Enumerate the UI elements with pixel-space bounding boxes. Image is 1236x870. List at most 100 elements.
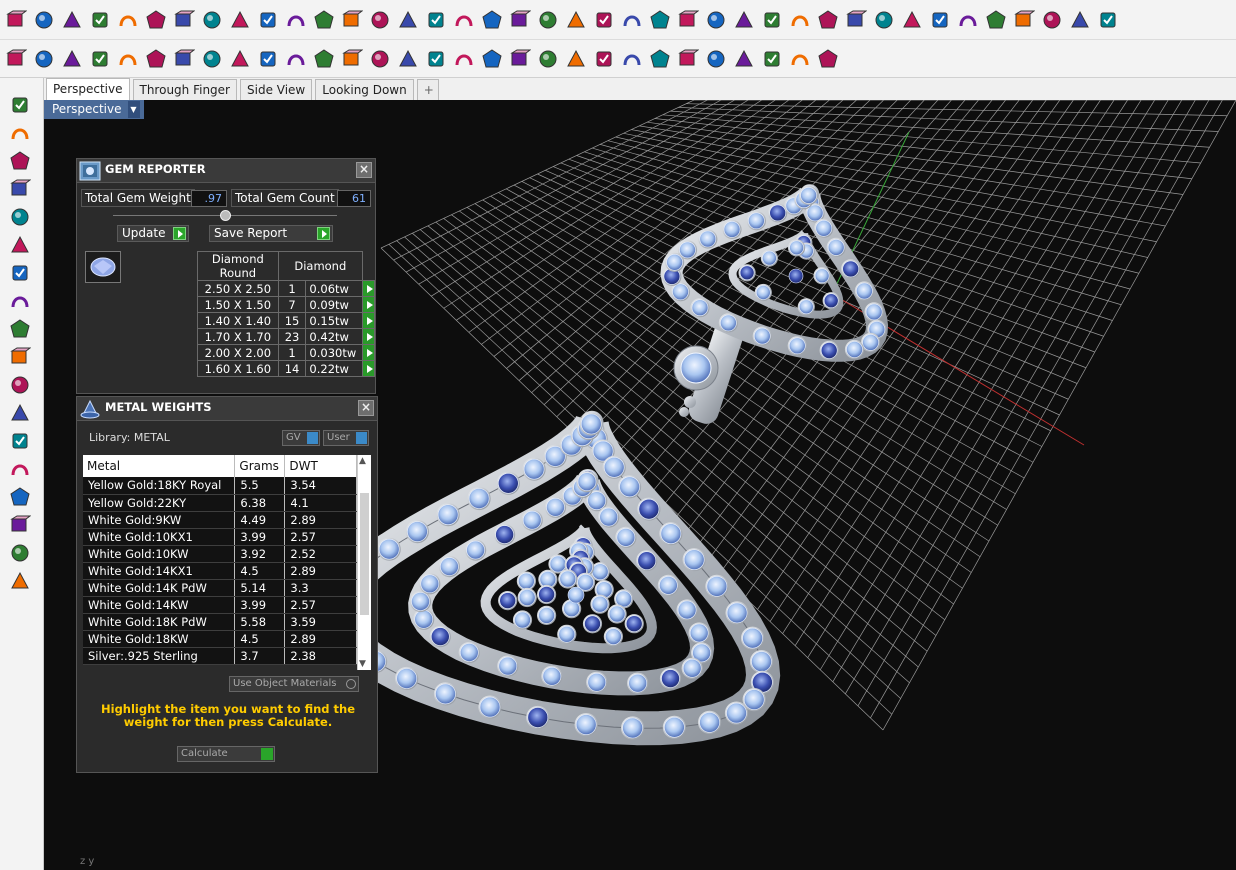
- sphere-icon[interactable]: [646, 45, 674, 73]
- dwt-column-header[interactable]: DWT: [284, 455, 357, 477]
- select-gem-button[interactable]: [361, 344, 376, 361]
- paint-tool-icon[interactable]: [6, 568, 34, 594]
- save-report-button[interactable]: Save Report: [209, 225, 333, 242]
- select-gem-button[interactable]: [361, 312, 376, 329]
- tab-perspective[interactable]: Perspective: [46, 78, 130, 100]
- gem-row[interactable]: 1.50 X 1.50 7 0.09tw: [197, 296, 376, 313]
- metal-row[interactable]: Yellow Gold:18KY Royal 5.5 3.54: [83, 477, 357, 495]
- zoom-window-icon[interactable]: [282, 45, 310, 73]
- flame-icon[interactable]: [562, 6, 590, 34]
- pave-icon[interactable]: [590, 6, 618, 34]
- grid-icon[interactable]: [478, 6, 506, 34]
- metal-row[interactable]: White Gold:14KW 3.99 2.57: [83, 596, 357, 614]
- group-tool-icon[interactable]: [6, 512, 34, 538]
- surface-tool-icon[interactable]: [6, 232, 34, 258]
- paint-icon[interactable]: [730, 45, 758, 73]
- gem-flat-icon[interactable]: [814, 6, 842, 34]
- gear-cog-icon[interactable]: [758, 45, 786, 73]
- select-gem-button[interactable]: [361, 328, 376, 345]
- mesh-tool-icon[interactable]: [6, 288, 34, 314]
- fork-icon[interactable]: [786, 6, 814, 34]
- gem-row[interactable]: 2.50 X 2.50 1 0.06tw: [197, 280, 376, 297]
- sphere-wire-icon[interactable]: [674, 45, 702, 73]
- solid-tool-icon[interactable]: [6, 260, 34, 286]
- gear-icon[interactable]: [1094, 6, 1122, 34]
- grid-panel-icon[interactable]: [1010, 6, 1038, 34]
- gem-row[interactable]: 1.40 X 1.40 15 0.15tw: [197, 312, 376, 329]
- grams-column-header[interactable]: Grams: [234, 455, 286, 477]
- cube-dark-icon[interactable]: [1066, 6, 1094, 34]
- cube-wire-icon[interactable]: [86, 6, 114, 34]
- chevron-down-icon[interactable]: ▼: [127, 101, 140, 118]
- tab-looking-down[interactable]: Looking Down: [315, 79, 414, 100]
- gem-row[interactable]: 2.00 X 2.00 1 0.030tw: [197, 344, 376, 361]
- chevron-up-icon[interactable]: ▲: [359, 456, 366, 466]
- panel-icon[interactable]: [982, 6, 1010, 34]
- gem-cut-icon[interactable]: [366, 6, 394, 34]
- select-gem-button[interactable]: [361, 280, 376, 297]
- metal-row[interactable]: Yellow Gold:22KY 6.38 4.1: [83, 494, 357, 512]
- arrow-icon[interactable]: [618, 6, 646, 34]
- gem-row[interactable]: 1.70 X 1.70 23 0.42tw: [197, 328, 376, 345]
- clock-icon[interactable]: [478, 45, 506, 73]
- settings-icon[interactable]: [506, 6, 534, 34]
- point-icon[interactable]: [506, 45, 534, 73]
- user-toggle[interactable]: User: [323, 430, 369, 446]
- curve-tool-icon[interactable]: [114, 6, 142, 34]
- metal-column-header[interactable]: Metal: [83, 455, 236, 477]
- check-icon[interactable]: [450, 6, 478, 34]
- polyline-tool-icon[interactable]: [6, 120, 34, 146]
- prong-icon[interactable]: [282, 6, 310, 34]
- metal-row[interactable]: White Gold:14K PdW 5.14 3.3: [83, 579, 357, 597]
- close-icon[interactable]: ×: [358, 400, 374, 416]
- point-tool-icon[interactable]: [6, 92, 34, 118]
- pan-hand-icon[interactable]: [198, 45, 226, 73]
- transform-tool-icon[interactable]: [6, 316, 34, 342]
- box-icon[interactable]: [2, 6, 30, 34]
- transform-icon[interactable]: [170, 6, 198, 34]
- gem-reporter-titlebar[interactable]: GEM REPORTER ×: [77, 159, 375, 183]
- branch-icon[interactable]: [758, 6, 786, 34]
- fix-icon[interactable]: [534, 6, 562, 34]
- undo-icon[interactable]: [170, 45, 198, 73]
- render-icon[interactable]: [450, 45, 478, 73]
- grid-viewports-icon[interactable]: [394, 45, 422, 73]
- light-bulb-icon[interactable]: [534, 45, 562, 73]
- metal-row[interactable]: White Gold:9KW 4.49 2.89: [83, 511, 357, 529]
- rectangle-tool-icon[interactable]: [6, 176, 34, 202]
- array-icon[interactable]: [422, 6, 450, 34]
- render-tool-icon[interactable]: [6, 456, 34, 482]
- car-icon[interactable]: [422, 45, 450, 73]
- metal-table-scrollbar[interactable]: ▲ ▼: [357, 455, 371, 670]
- calculate-button[interactable]: Calculate: [177, 746, 275, 762]
- sphere-tools-icon[interactable]: [30, 6, 58, 34]
- zoom-extents-icon[interactable]: [310, 45, 338, 73]
- star-icon[interactable]: [870, 6, 898, 34]
- cross-icon[interactable]: [1038, 6, 1066, 34]
- select-gem-button[interactable]: [361, 296, 376, 313]
- save-icon[interactable]: [2, 45, 30, 73]
- scale-tool-icon[interactable]: [6, 428, 34, 454]
- stack-icon[interactable]: [646, 6, 674, 34]
- circle-tool-icon[interactable]: [6, 148, 34, 174]
- snap-icon[interactable]: [786, 45, 814, 73]
- copy-icon[interactable]: [114, 45, 142, 73]
- bezel-icon[interactable]: [254, 6, 282, 34]
- sphere-blue-icon[interactable]: [702, 45, 730, 73]
- pentagon-icon[interactable]: [898, 6, 926, 34]
- ring-icon[interactable]: [142, 6, 170, 34]
- color-wheel-icon[interactable]: [618, 45, 646, 73]
- dots-icon[interactable]: [674, 6, 702, 34]
- metal-row[interactable]: White Gold:14KX1 4.5 2.89: [83, 562, 357, 580]
- select-gem-button[interactable]: [361, 360, 376, 377]
- arc-tool-icon[interactable]: [6, 204, 34, 230]
- metal-weights-titlebar[interactable]: METAL WEIGHTS ×: [77, 397, 377, 421]
- cut-icon[interactable]: [86, 45, 114, 73]
- metal-row[interactable]: White Gold:18KW 4.5 2.89: [83, 630, 357, 648]
- gem-row[interactable]: 1.60 X 1.60 14 0.22tw: [197, 360, 376, 377]
- move-icon[interactable]: [226, 45, 254, 73]
- curve-edit-icon[interactable]: [6, 400, 34, 426]
- rotate-view-icon[interactable]: [366, 45, 394, 73]
- magnet-icon[interactable]: [226, 6, 254, 34]
- analyze-tool-icon[interactable]: [6, 372, 34, 398]
